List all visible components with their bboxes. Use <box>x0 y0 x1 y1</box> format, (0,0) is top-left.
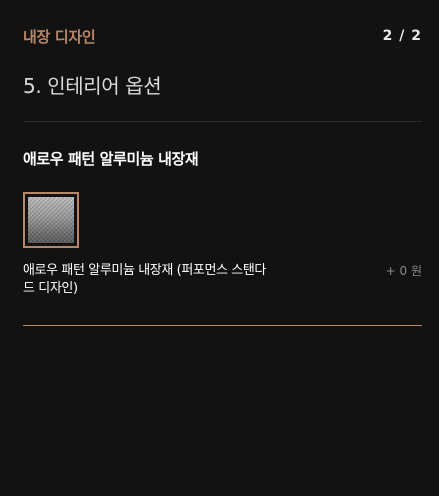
page-title: 5. 인테리어 옵션 <box>23 74 162 98</box>
option-price: + 0 원 <box>385 264 422 278</box>
section-label: 내장 디자인 <box>23 27 96 46</box>
option-name: 애로우 패턴 알루미늄 내장재 (퍼포먼스 스탠다드 디자인) <box>23 263 266 296</box>
aluminum-trim-swatch-selected[interactable] <box>23 192 79 248</box>
accent-divider <box>23 325 422 326</box>
brushed-aluminum-texture-icon <box>28 197 74 243</box>
option-group-title: 애로우 패턴 알루미늄 내장재 <box>23 150 199 168</box>
divider <box>23 121 422 122</box>
option-item: 애로우 패턴 알루미늄 내장재 (퍼포먼스 스탠다드 디자인) + 0 원 <box>23 262 422 298</box>
panel-header: 내장 디자인 2 / 2 <box>23 25 422 47</box>
interior-options-panel: 내장 디자인 2 / 2 5. 인테리어 옵션 애로우 패턴 알루미늄 내장재 … <box>0 0 439 496</box>
step-indicator: 2 / 2 <box>382 28 422 44</box>
